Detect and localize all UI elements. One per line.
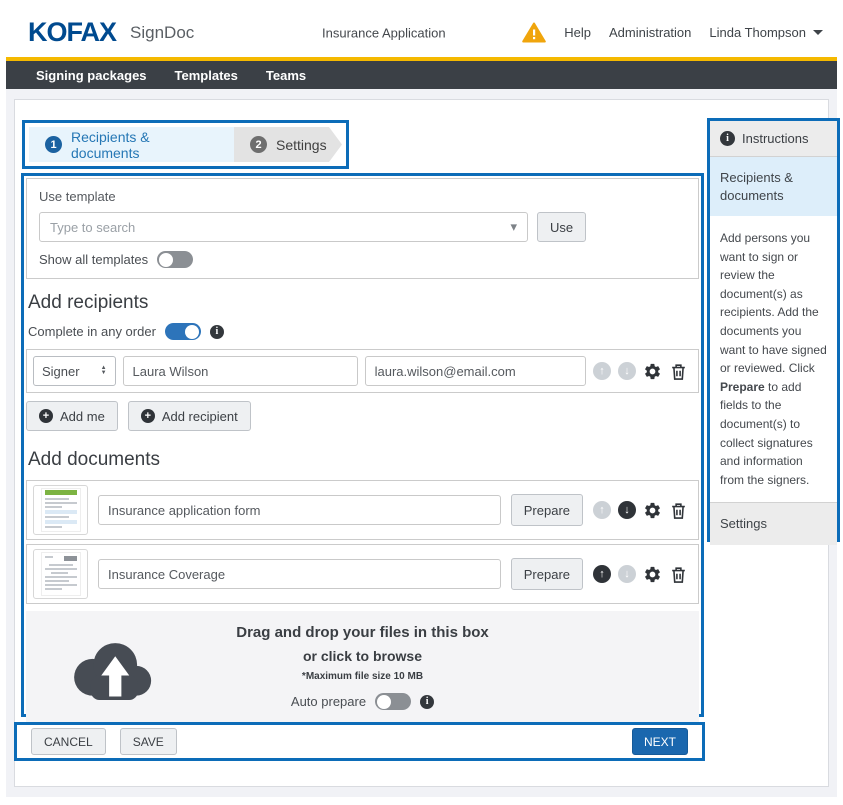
tab-recipients-documents[interactable]: 1 Recipients & documents xyxy=(29,127,234,162)
nav-teams[interactable]: Teams xyxy=(266,68,306,83)
complete-any-order-label: Complete in any order xyxy=(28,324,156,339)
package-title: Insurance Application xyxy=(322,25,446,40)
user-name: Linda Thompson xyxy=(709,25,806,40)
administration-link[interactable]: Administration xyxy=(609,25,691,40)
info-icon: i xyxy=(720,131,735,146)
chevron-down-icon xyxy=(813,30,823,35)
recipient-email-field[interactable] xyxy=(365,356,586,386)
user-menu[interactable]: Linda Thompson xyxy=(709,25,823,40)
recipient-row: Signer ▲▼ ↑ ↓ xyxy=(26,349,699,393)
show-all-templates-label: Show all templates xyxy=(39,252,148,267)
step-tabs: 1 Recipients & documents 2 Settings xyxy=(22,120,349,169)
next-button[interactable]: NEXT xyxy=(632,728,688,755)
step-1-badge: 1 xyxy=(45,136,62,153)
document-thumbnail[interactable] xyxy=(33,485,88,535)
page-background: 1 Recipients & documents 2 Settings Use … xyxy=(6,89,837,797)
product-name: SignDoc xyxy=(130,23,194,43)
document-row: Prepare ↑ ↓ xyxy=(26,480,699,540)
info-icon[interactable]: i xyxy=(210,325,224,339)
add-recipients-heading: Add recipients xyxy=(28,292,697,314)
prepare-button[interactable]: Prepare xyxy=(511,494,583,526)
prepare-button[interactable]: Prepare xyxy=(511,558,583,590)
auto-prepare-toggle[interactable] xyxy=(375,693,411,710)
plus-icon: + xyxy=(39,409,53,423)
main-navbar: Signing packages Templates Teams xyxy=(6,61,837,89)
document-name-field[interactable] xyxy=(98,495,501,525)
gear-icon[interactable] xyxy=(643,565,662,584)
chevron-down-icon[interactable]: ▾ xyxy=(510,219,517,235)
move-down-icon[interactable]: ↓ xyxy=(618,501,636,519)
nav-templates[interactable]: Templates xyxy=(175,68,238,83)
app-frame: KOFAX SignDoc Insurance Application Help… xyxy=(6,8,837,797)
save-button[interactable]: SAVE xyxy=(120,728,177,755)
cloud-upload-icon xyxy=(66,637,154,710)
move-down-icon: ↓ xyxy=(618,565,636,583)
footer-actions: CANCEL SAVE NEXT xyxy=(14,722,705,761)
plus-icon: + xyxy=(141,409,155,423)
show-all-templates-toggle[interactable] xyxy=(157,251,193,268)
move-up-icon: ↑ xyxy=(593,501,611,519)
cancel-button[interactable]: CANCEL xyxy=(31,728,106,755)
gear-icon[interactable] xyxy=(643,362,662,381)
main-form: Use template Type to search ▾ Use Show a… xyxy=(21,173,704,717)
step-1-label: Recipients & documents xyxy=(71,129,218,161)
nav-signing-packages[interactable]: Signing packages xyxy=(36,68,147,83)
use-template-label: Use template xyxy=(39,189,686,204)
instructions-header: i Instructions xyxy=(710,121,837,157)
info-icon[interactable]: i xyxy=(420,695,434,709)
instructions-title: Instructions xyxy=(742,131,808,146)
add-documents-heading: Add documents xyxy=(28,449,697,471)
app-header: KOFAX SignDoc Insurance Application Help… xyxy=(6,8,837,57)
use-template-panel: Use template Type to search ▾ Use Show a… xyxy=(26,178,699,279)
add-me-button[interactable]: + Add me xyxy=(26,401,118,431)
auto-prepare-label: Auto prepare xyxy=(291,694,366,709)
step-2-badge: 2 xyxy=(250,136,267,153)
sort-arrows-icon: ▲▼ xyxy=(101,366,107,376)
tab-settings[interactable]: 2 Settings xyxy=(234,127,342,162)
kofax-logo: KOFAX xyxy=(28,17,116,48)
recipient-role-select[interactable]: Signer ▲▼ xyxy=(33,356,116,386)
sidebar-item-recipients-documents[interactable]: Recipients & documents xyxy=(710,157,837,216)
document-row: Prepare ↑ ↓ xyxy=(26,544,699,604)
trash-icon[interactable] xyxy=(669,501,688,520)
instructions-body: Add persons you want to sign or review t… xyxy=(710,216,837,502)
template-search-input[interactable]: Type to search ▾ xyxy=(39,212,528,242)
file-dropzone[interactable]: Drag and drop your files in this box or … xyxy=(26,611,699,736)
sidebar-item-settings[interactable]: Settings xyxy=(710,502,837,545)
warning-icon[interactable] xyxy=(522,22,546,43)
recipient-name-field[interactable] xyxy=(123,356,358,386)
complete-any-order-toggle[interactable] xyxy=(165,323,201,340)
help-link[interactable]: Help xyxy=(564,25,591,40)
step-2-label: Settings xyxy=(276,137,327,153)
move-up-icon[interactable]: ↑ xyxy=(593,565,611,583)
template-search-placeholder: Type to search xyxy=(50,220,135,235)
recipient-role-value: Signer xyxy=(42,364,80,379)
use-template-button[interactable]: Use xyxy=(537,212,586,242)
move-down-icon: ↓ xyxy=(618,362,636,380)
document-name-field[interactable] xyxy=(98,559,501,589)
trash-icon[interactable] xyxy=(669,565,688,584)
content-container: 1 Recipients & documents 2 Settings Use … xyxy=(14,99,829,787)
trash-icon[interactable] xyxy=(669,362,688,381)
add-recipient-button[interactable]: + Add recipient xyxy=(128,401,251,431)
instructions-sidebar: i Instructions Recipients & documents Ad… xyxy=(707,118,840,542)
document-thumbnail[interactable] xyxy=(33,549,88,599)
move-up-icon: ↑ xyxy=(593,362,611,380)
gear-icon[interactable] xyxy=(643,501,662,520)
